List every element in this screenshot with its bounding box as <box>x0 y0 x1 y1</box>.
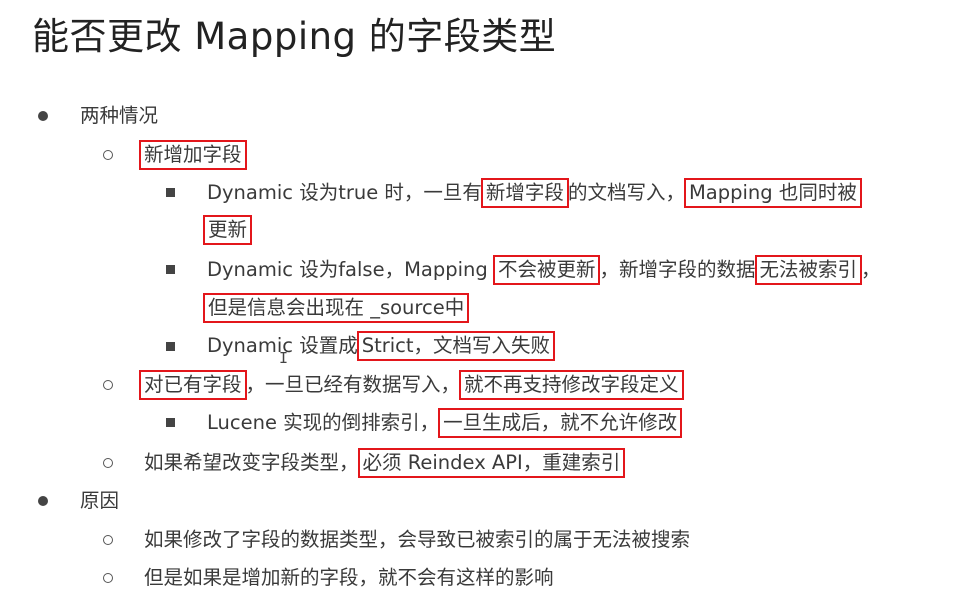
highlight-box: 就不再支持修改字段定义 <box>459 370 684 400</box>
text-segment: ，新增字段的数据 <box>599 258 756 281</box>
bullet-square <box>166 188 175 197</box>
list-item: 新增加字段 <box>139 140 247 170</box>
highlight-box: 一旦生成后，就不允许修改 <box>438 408 683 438</box>
highlight-box: 更新 <box>202 215 253 245</box>
list-item: Lucene 实现的倒排索引， 一旦生成后，就不允许修改 <box>207 408 683 438</box>
page-title: 能否更改 Mapping 的字段类型 <box>32 15 557 58</box>
bullet-square <box>166 418 175 427</box>
bullet-circle <box>103 150 113 160</box>
list-item: Dynamic 设为true 时，一旦有 新增字段 的文档写入， Mapping 也同… <box>207 178 862 208</box>
highlight-box: 但是信息会出现在 _source中 <box>202 293 470 323</box>
highlight-box: 必须 Reindex API，重建索引 <box>357 448 626 478</box>
list-item: Dynamic 设为false，Mapping 不会被更新 ，新增字段的数据 无法被… <box>207 255 881 285</box>
bullet-circle <box>103 458 113 468</box>
bullet-dot <box>38 496 48 506</box>
text-segment: ， <box>861 258 881 281</box>
list-item: 两种情况 <box>80 104 159 127</box>
highlight-box: 不会被更新 <box>492 255 601 285</box>
list-item: Dynamic 设置成 Strict，文档写入失败 <box>207 331 556 361</box>
list-item: 如果希望改变字段类型， 必须 Reindex API，重建索引 <box>144 448 626 478</box>
list-item: 对已有字段 ，一旦已经有数据写入， 就不再支持修改字段定义 <box>139 370 684 400</box>
text-cursor-icon: I <box>279 349 289 367</box>
list-item-continuation: 但是信息会出现在 _source中 <box>202 293 470 323</box>
list-item: 原因 <box>80 489 120 512</box>
highlight-box: 新增加字段 <box>139 140 247 170</box>
bullet-square <box>166 342 175 351</box>
bullet-square <box>166 265 175 274</box>
text-segment: 如果希望改变字段类型， <box>144 451 359 474</box>
list-item-continuation: 更新 <box>202 215 253 245</box>
highlight-box: 对已有字段 <box>139 370 247 400</box>
highlight-box: Mapping 也同时被 <box>683 178 862 208</box>
highlight-box: 无法被索引 <box>754 255 863 285</box>
text-segment: ，一旦已经有数据写入， <box>245 373 461 396</box>
text-segment: 的文档写入， <box>567 181 685 204</box>
bullet-circle <box>103 380 113 390</box>
list-item: 如果修改了字段的数据类型，会导致已被索引的属于无法被搜索 <box>144 528 691 551</box>
bullet-circle <box>103 535 113 545</box>
list-item: 但是如果是增加新的字段，就不会有这样的影响 <box>144 566 554 589</box>
bullet-circle <box>103 573 113 583</box>
highlight-box: 新增字段 <box>480 178 569 208</box>
bullet-dot <box>38 111 48 121</box>
highlight-box: Strict，文档写入失败 <box>356 331 556 361</box>
text-segment: Dynamic 设为true 时，一旦有 <box>207 181 482 204</box>
text-segment: Dynamic 设为false，Mapping <box>207 258 494 281</box>
text-segment: Lucene 实现的倒排索引， <box>207 411 440 434</box>
